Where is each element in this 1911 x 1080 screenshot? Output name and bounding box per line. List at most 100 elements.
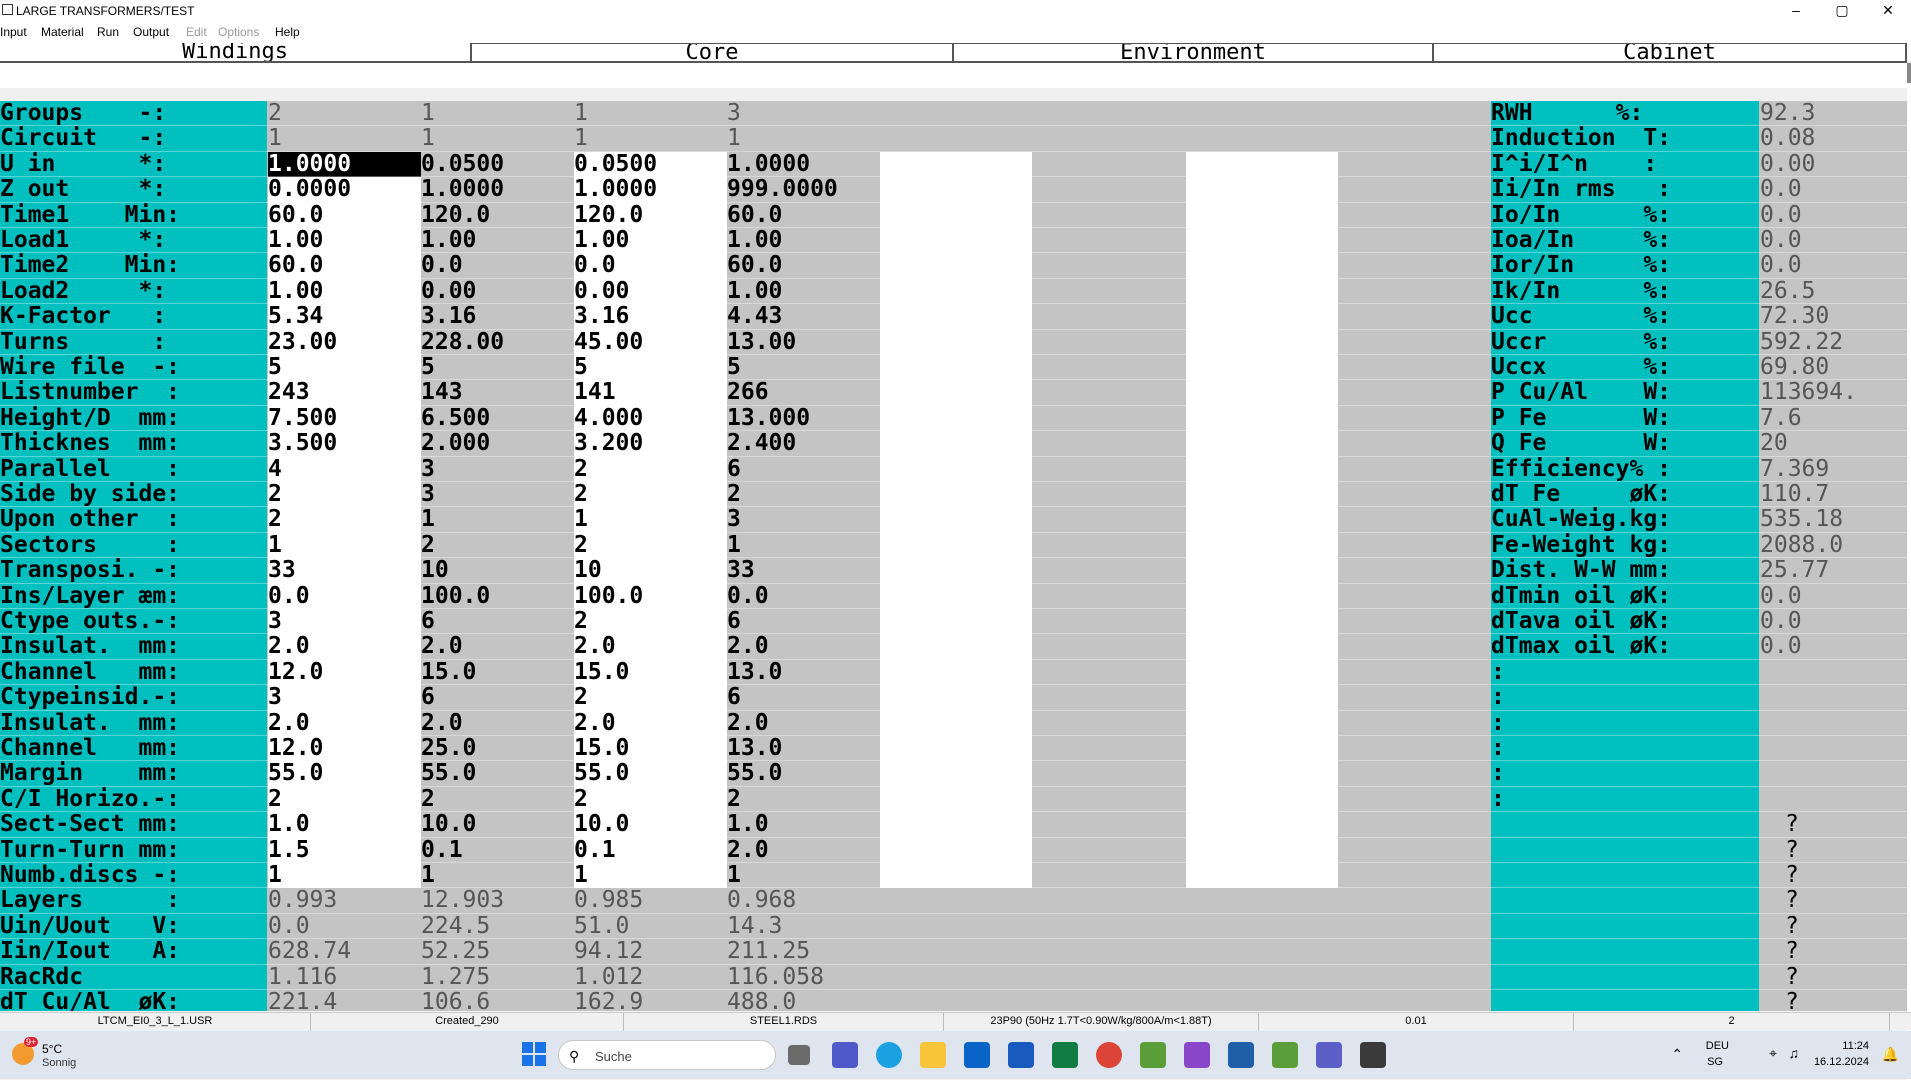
winding-4-value[interactable]: 0.0 <box>727 583 769 609</box>
scrollbar-thumb[interactable] <box>1907 63 1911 83</box>
notification-bell-icon[interactable]: 🔔 <box>1882 1046 1899 1063</box>
winding-3-value[interactable]: 15.0 <box>574 659 629 685</box>
outlook-icon[interactable] <box>964 1042 990 1068</box>
winding-1-value[interactable]: 60.0 <box>268 253 323 278</box>
winding-3-value[interactable]: 55.0 <box>574 761 629 786</box>
winding-4-value[interactable]: 13.000 <box>727 405 810 431</box>
tab-core[interactable]: Core <box>470 43 952 63</box>
winding-3-value[interactable]: 3.16 <box>574 304 629 329</box>
winding-1-value[interactable]: 2 <box>268 507 282 532</box>
winding-3-value[interactable]: 2 <box>574 482 588 507</box>
winding-4-value[interactable]: 13.00 <box>727 329 796 355</box>
winding-4-value[interactable]: 6 <box>727 609 741 634</box>
winding-2-value[interactable]: 120.0 <box>421 202 490 228</box>
winding-4-value[interactable]: 5 <box>727 355 741 380</box>
winding-3-value[interactable]: 2 <box>574 609 588 634</box>
winding-1-value[interactable]: 23.00 <box>268 329 337 355</box>
winding-2-value[interactable]: 6 <box>421 685 435 710</box>
winding-3-value[interactable]: 4.000 <box>574 405 643 431</box>
winding-2-value[interactable]: 55.0 <box>421 761 476 786</box>
winding-1-value[interactable]: 3 <box>268 685 282 710</box>
winding-2-value[interactable]: 1 <box>421 863 435 888</box>
winding-1-value[interactable]: 0.0 <box>268 583 310 609</box>
clock-date[interactable]: 16.12.2024 <box>1814 1056 1869 1068</box>
visual-studio-icon[interactable] <box>1184 1042 1210 1068</box>
winding-4-value[interactable]: 33 <box>727 558 755 583</box>
winding-4-value[interactable]: 1.00 <box>727 278 782 304</box>
winding-2-value[interactable]: 10 <box>421 558 449 583</box>
winding-4-value[interactable]: 1.0 <box>727 812 769 837</box>
winding-1-value[interactable]: 1.00 <box>268 228 323 253</box>
winding-2-value[interactable]: 0.00 <box>421 278 476 304</box>
winding-4-value[interactable]: 1 <box>727 863 741 888</box>
winding-2-value[interactable]: 3.16 <box>421 304 476 329</box>
winding-4-value[interactable]: 2 <box>727 482 741 507</box>
winding-1-value[interactable]: 5.34 <box>268 304 323 329</box>
teams-icon[interactable] <box>832 1042 858 1068</box>
winding-2-value[interactable]: 2 <box>421 532 435 558</box>
winding-1-value[interactable]: 7.500 <box>268 405 337 431</box>
winding-1-value[interactable]: 2.0 <box>268 634 310 659</box>
menu-run[interactable]: Run <box>97 25 119 39</box>
app-z-icon[interactable] <box>1140 1042 1166 1068</box>
winding-3-value[interactable]: 10 <box>574 558 602 583</box>
winding-3-value[interactable]: 0.0500 <box>574 151 657 177</box>
winding-3-value[interactable]: 1.0000 <box>574 177 657 202</box>
winding-3-value[interactable]: 120.0 <box>574 202 643 228</box>
winding-3-value[interactable]: 2.0 <box>574 634 616 659</box>
maximize-button[interactable]: ▢ <box>1819 0 1865 22</box>
winding-4-value[interactable]: 266 <box>727 380 769 405</box>
volume-icon[interactable]: ♫ <box>1789 1045 1800 1061</box>
winding-2-value[interactable]: 10.0 <box>421 812 476 837</box>
menu-help[interactable]: Help <box>275 25 300 39</box>
winding-4-value[interactable]: 2.0 <box>727 710 769 736</box>
winding-3-value[interactable]: 2 <box>574 786 588 812</box>
winding-1-value[interactable]: 243 <box>268 380 310 405</box>
windows-start-icon[interactable] <box>522 1042 546 1066</box>
winding-3-value[interactable]: 2.0 <box>574 710 616 736</box>
winding-4-value[interactable]: 2 <box>727 786 741 812</box>
winding-1-value[interactable]: 2 <box>268 786 282 812</box>
winding-2-value[interactable]: 6.500 <box>421 405 490 431</box>
winding-1-value[interactable]: 2 <box>268 482 282 507</box>
winding-4-value[interactable]: 4.43 <box>727 304 782 329</box>
clock-time[interactable]: 11:24 <box>1842 1040 1869 1052</box>
winding-2-value[interactable]: 100.0 <box>421 583 490 609</box>
winding-1-value[interactable]: 3 <box>268 609 282 634</box>
winding-2-value[interactable]: 2.0 <box>421 710 463 736</box>
winding-2-value[interactable]: 2 <box>421 786 435 812</box>
winding-2-value[interactable]: 1.00 <box>421 228 476 253</box>
winding-1-value[interactable]: 1.00 <box>268 278 323 304</box>
winding-3-value[interactable]: 0.0 <box>574 253 616 278</box>
transformer-app-icon[interactable] <box>1360 1042 1386 1068</box>
winding-1-value[interactable]: 5 <box>268 355 282 380</box>
menu-output[interactable]: Output <box>133 25 169 39</box>
tab-windings[interactable]: Windings <box>0 43 470 63</box>
language-code[interactable]: DEU <box>1706 1040 1729 1052</box>
app-z2-icon[interactable] <box>1272 1042 1298 1068</box>
winding-4-value[interactable]: 13.0 <box>727 736 782 761</box>
winding-2-value[interactable]: 15.0 <box>421 659 476 685</box>
winding-1-value[interactable]: 55.0 <box>268 761 323 786</box>
winding-4-value[interactable]: 999.0000 <box>727 177 838 202</box>
winding-4-value[interactable]: 1.0000 <box>727 151 810 177</box>
winding-3-value[interactable]: 2 <box>574 532 588 558</box>
winding-3-value[interactable]: 100.0 <box>574 583 643 609</box>
winding-1-value[interactable]: 33 <box>268 558 296 583</box>
winding-4-value[interactable]: 1.00 <box>727 228 782 253</box>
file-explorer-icon[interactable] <box>920 1042 946 1068</box>
winding-4-value[interactable]: 2.0 <box>727 837 769 863</box>
winding-4-value[interactable]: 60.0 <box>727 202 782 228</box>
winding-1-value[interactable]: 1.0 <box>268 812 310 837</box>
winding-1-value[interactable]: 1 <box>268 863 282 888</box>
winding-3-value[interactable]: 2 <box>574 456 588 482</box>
app-a-icon[interactable] <box>1228 1042 1254 1068</box>
word-icon[interactable] <box>1008 1042 1034 1068</box>
winding-2-value[interactable]: 2.0 <box>421 634 463 659</box>
chevron-up-icon[interactable]: ⌃ <box>1671 1046 1683 1063</box>
tab-environment[interactable]: Environment <box>952 43 1432 63</box>
winding-3-value[interactable]: 15.0 <box>574 736 629 761</box>
vertical-scrollbar[interactable] <box>1907 63 1911 1080</box>
winding-1-value[interactable]: 0.0000 <box>268 177 351 202</box>
winding-4-value[interactable]: 2.400 <box>727 431 796 456</box>
